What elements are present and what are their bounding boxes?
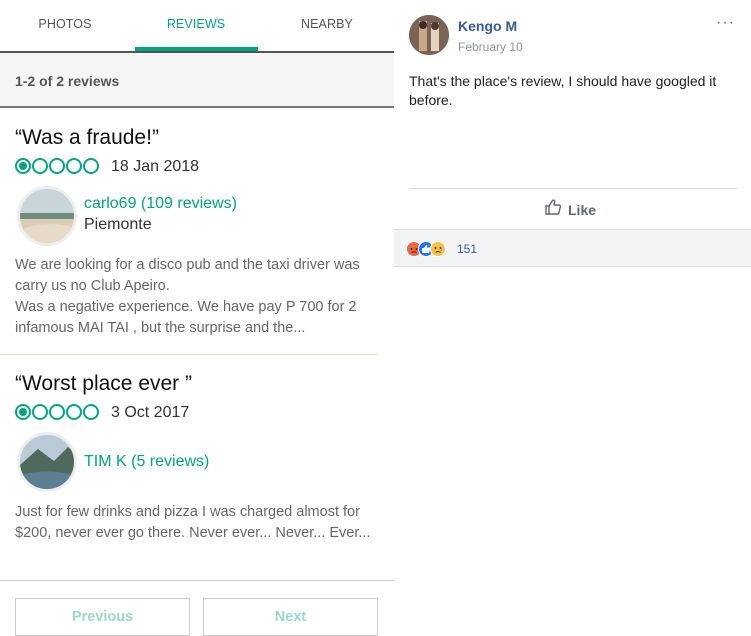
rating-bubbles	[15, 158, 99, 174]
review-date: 3 Oct 2017	[111, 404, 190, 421]
reviews-count-bar: 1-2 of 2 reviews	[0, 53, 394, 108]
rating-bubbles	[15, 404, 99, 420]
like-label: Like	[568, 201, 597, 218]
review-title[interactable]: “Was a fraude!”	[15, 126, 159, 150]
reviewer-name[interactable]: TIM K (5 reviews)	[84, 453, 209, 471]
avatar[interactable]	[409, 15, 449, 55]
reaction-count[interactable]: 151	[457, 242, 477, 256]
reviewer-name[interactable]: carlo69 (109 reviews)	[84, 195, 237, 213]
review-text: Just for few drinks and pizza I was char…	[15, 504, 371, 541]
review-date: 18 Jan 2018	[111, 158, 200, 175]
rating-bubble-empty	[83, 404, 99, 420]
tab-nearby[interactable]: NEARBY	[262, 17, 392, 31]
rating-bubble-empty	[49, 158, 65, 174]
tab-photos[interactable]: PHOTOS	[0, 17, 130, 31]
post-date[interactable]: February 10	[458, 40, 523, 54]
pager-divider	[0, 580, 394, 581]
reviews-panel: PHOTOS REVIEWS NEARBY 1-2 of 2 reviews “…	[0, 0, 394, 636]
rating-bubble-empty	[49, 404, 65, 420]
avatar[interactable]	[17, 432, 77, 492]
rating-bubble-empty	[83, 158, 99, 174]
next-button[interactable]: Next	[203, 598, 378, 636]
reviewer-location: Piemonte	[84, 216, 152, 233]
review-text: We are looking for a disco pub and the t…	[15, 257, 360, 336]
like-button[interactable]: Like	[544, 198, 596, 221]
post-divider	[409, 188, 737, 189]
rating-bubble-empty	[66, 404, 82, 420]
count-divider	[0, 106, 394, 108]
post-author[interactable]: Kengo M	[458, 18, 517, 34]
rating-bubble-filled	[15, 158, 31, 174]
sad-reaction-icon	[430, 241, 446, 257]
rating-bubble-empty	[32, 404, 48, 420]
more-options-icon[interactable]: ···	[716, 14, 735, 32]
thumbs-up-icon	[544, 198, 562, 221]
reaction-icons[interactable]	[406, 241, 446, 257]
reactions-bar: 151	[394, 229, 751, 267]
review-divider	[0, 354, 378, 355]
social-post: Kengo M February 10 ··· That's the place…	[394, 0, 751, 636]
rating-bubble-empty	[32, 158, 48, 174]
avatar[interactable]	[17, 186, 77, 246]
post-text: That's the place's review, I should have…	[409, 73, 717, 108]
previous-button[interactable]: Previous	[15, 598, 190, 636]
review-title[interactable]: “Worst place ever ”	[15, 372, 192, 396]
reviews-count: 1-2 of 2 reviews	[15, 73, 120, 89]
rating-bubble-filled	[15, 404, 31, 420]
tab-bar: PHOTOS REVIEWS NEARBY	[0, 0, 394, 54]
rating-bubble-empty	[66, 158, 82, 174]
tab-reviews[interactable]: REVIEWS	[131, 17, 261, 31]
